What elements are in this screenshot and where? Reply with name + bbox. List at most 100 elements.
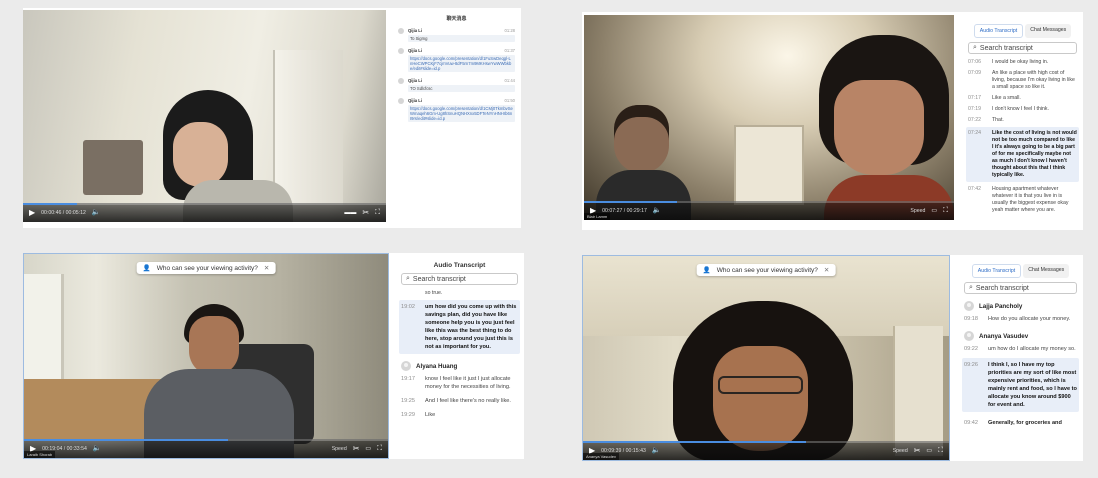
person-right-face bbox=[834, 80, 924, 175]
avatar bbox=[398, 98, 404, 104]
person-face bbox=[189, 316, 239, 376]
transcript-line[interactable]: 07:22 That. bbox=[962, 116, 1083, 125]
search-icon: ⌕ bbox=[969, 284, 973, 291]
volume-icon[interactable]: 🔈 bbox=[93, 445, 102, 452]
video-player-2[interactable]: ▶ 00:07:27 / 00:29:17 🔈 Speed ▭ ⛶ Blair … bbox=[584, 15, 954, 220]
video-controls: ▶ 00:07:27 / 00:29:17 🔈 Speed ▭ ⛶ bbox=[584, 201, 954, 220]
line-text: um how do I allocate my money so. bbox=[988, 346, 1076, 352]
line-text: An like a place with high cost of living… bbox=[992, 70, 1075, 90]
participant-name: Blair Lamm bbox=[584, 213, 611, 220]
line-time: 19:02 bbox=[401, 304, 415, 310]
transcript-line[interactable]: so true. bbox=[395, 289, 524, 298]
close-icon[interactable]: ✕ bbox=[824, 266, 829, 274]
door bbox=[893, 326, 943, 456]
line-time: 09:18 bbox=[964, 316, 978, 322]
chat-sender: Qijia Li bbox=[408, 78, 422, 83]
avatar bbox=[964, 301, 974, 311]
tab-chat-messages[interactable]: Chat Messages bbox=[1023, 264, 1070, 278]
speed-button[interactable]: Speed bbox=[893, 448, 908, 454]
transcript-line[interactable]: 07:06 I would be okay living in. bbox=[962, 58, 1083, 67]
volume-icon[interactable]: 🔈 bbox=[92, 209, 101, 216]
caption-icon[interactable]: ▭ bbox=[926, 448, 932, 454]
speed-button[interactable]: Speed bbox=[332, 446, 347, 452]
tooltip-text[interactable]: Who can see your viewing activity? bbox=[157, 265, 258, 272]
transcript-line[interactable]: 07:19 I don't know I feel I think. bbox=[962, 105, 1083, 114]
line-text: Like the cost of living is not would not… bbox=[992, 130, 1077, 178]
close-icon[interactable]: ✕ bbox=[264, 264, 269, 272]
caption-icon[interactable]: ▭ bbox=[931, 208, 937, 214]
scissors-icon[interactable]: ✂ bbox=[353, 444, 360, 453]
transcript-sidebar: Audio Transcript Chat Messages ⌕ Search … bbox=[958, 255, 1083, 461]
sidebar-tabs: Audio Transcript Chat Messages bbox=[958, 255, 1083, 278]
search-icon: ⌕ bbox=[973, 44, 977, 51]
fullscreen-icon[interactable]: ⛶ bbox=[938, 447, 943, 454]
transcript-line-current[interactable]: 19:02 um how did you come up with this sa… bbox=[399, 300, 520, 354]
transcript-line[interactable]: 19:29 Like bbox=[395, 410, 524, 420]
person-icon: 👤 bbox=[702, 267, 711, 274]
volume-icon[interactable]: 🔈 bbox=[652, 447, 661, 454]
video-controls: ▶ 00:19:04 / 00:33:54 🔈 Speed ✂ ▭ ⛶ bbox=[24, 439, 388, 458]
fullscreen-icon[interactable]: ⛶ bbox=[375, 209, 380, 216]
chat-link[interactable]: https://docs.google.com/presentation/d/1… bbox=[408, 55, 515, 72]
transcript-line-current[interactable]: 07:24 Like the cost of living is not woul… bbox=[966, 127, 1079, 182]
line-time: 09:26 bbox=[964, 362, 978, 368]
transcript-line[interactable]: 09:42 Generally, for groceries and bbox=[958, 418, 1083, 428]
video-controls: ▶ 00:00:46 / 00:05:12 🔈 ▬▬ ✂ ⛶ bbox=[23, 203, 386, 222]
fullscreen-icon[interactable]: ⛶ bbox=[943, 207, 948, 214]
recording-panel-3: 👤 Who can see your viewing activity? ✕ ▶… bbox=[23, 253, 524, 459]
search-input[interactable]: ⌕ Search transcript bbox=[401, 273, 518, 285]
line-time: 07:42 bbox=[968, 186, 981, 192]
chat-time: 01:50 bbox=[504, 98, 515, 103]
line-text: How do you allocate your money. bbox=[988, 316, 1071, 322]
shelf bbox=[83, 140, 143, 195]
transcript-line[interactable]: 19:17 know I feel like it just I just all… bbox=[395, 374, 524, 392]
speed-icon[interactable]: ▬▬ bbox=[344, 210, 356, 216]
transcript-line[interactable]: 07:17 Like a small. bbox=[962, 94, 1083, 103]
video-controls: ▶ 00:09:39 / 00:15:43 🔈 Speed ✂ ▭ ⛶ bbox=[583, 441, 949, 460]
scissors-icon[interactable]: ✂ bbox=[914, 446, 921, 455]
recording-panel-1: ▶ 00:00:46 / 00:05:12 🔈 ▬▬ ✂ ⛶ 聊天消息 Qiji… bbox=[23, 8, 521, 228]
transcript-line[interactable]: 09:18 How do you allocate your money. bbox=[958, 314, 1083, 324]
play-icon[interactable]: ▶ bbox=[29, 208, 35, 217]
chat-message: Qijia Li 01:37 https://docs.google.com/pr… bbox=[398, 48, 515, 72]
search-placeholder: Search transcript bbox=[412, 275, 466, 283]
chat-text: TO Sdlcfcsc bbox=[408, 85, 515, 92]
speaker-header: Ananya Vasudev bbox=[958, 328, 1083, 344]
caption-icon[interactable]: ▭ bbox=[365, 446, 371, 452]
tab-audio-transcript[interactable]: Audio Transcript bbox=[971, 264, 1022, 278]
person-face bbox=[713, 346, 808, 451]
line-text: Housing apartment whatever whatever it i… bbox=[992, 186, 1069, 213]
transcript-line[interactable]: 07:42 Housing apartment whatever whatever… bbox=[962, 185, 1083, 215]
speed-button[interactable]: Speed bbox=[910, 208, 925, 214]
chat-sender: Qijia Li bbox=[408, 98, 422, 103]
speaker-header: Alyana Huang bbox=[395, 358, 524, 374]
tab-chat-messages[interactable]: Chat Messages bbox=[1025, 24, 1072, 38]
transcript-line[interactable]: 09:22 um how do I allocate my money so. bbox=[958, 344, 1083, 354]
person-face bbox=[173, 122, 228, 187]
fullscreen-icon[interactable]: ⛶ bbox=[377, 445, 382, 452]
video-player-3[interactable]: 👤 Who can see your viewing activity? ✕ ▶… bbox=[23, 253, 389, 459]
sidebar-title: 聊天消息 bbox=[446, 16, 467, 22]
transcript-line[interactable]: 07:09 An like a place with high cost of l… bbox=[962, 69, 1083, 92]
glasses bbox=[718, 376, 803, 394]
search-placeholder: Search transcript bbox=[975, 284, 1029, 292]
transcript-line-current[interactable]: 09:26 I think I, so I have my top priorit… bbox=[962, 358, 1079, 412]
line-text: Like bbox=[425, 412, 436, 418]
video-player-4[interactable]: 👤 Who can see your viewing activity? ✕ ▶… bbox=[582, 255, 950, 461]
transcript-line[interactable]: 19:25 And I feel like there's no really l… bbox=[395, 396, 524, 406]
chat-message: Qijia Li 01:28 To Sigmg bbox=[398, 28, 515, 42]
transcript-sidebar: Audio Transcript Chat Messages ⌕ Search … bbox=[962, 12, 1083, 230]
video-player-1[interactable]: ▶ 00:00:46 / 00:05:12 🔈 ▬▬ ✂ ⛶ bbox=[23, 10, 386, 222]
tooltip-text[interactable]: Who can see your viewing activity? bbox=[717, 267, 818, 274]
line-time: 07:06 bbox=[968, 59, 981, 65]
line-text: Generally, for groceries and bbox=[988, 420, 1062, 426]
line-time: 07:09 bbox=[968, 70, 981, 76]
tab-audio-transcript[interactable]: Audio Transcript bbox=[973, 24, 1024, 38]
scissors-icon[interactable]: ✂ bbox=[362, 208, 369, 217]
search-input[interactable]: ⌕ Search transcript bbox=[964, 282, 1077, 294]
chat-link[interactable]: https://docs.google.com/presentation/d/1… bbox=[408, 105, 515, 122]
line-text: I would be okay living in. bbox=[992, 59, 1049, 65]
line-time: 07:19 bbox=[968, 106, 981, 112]
search-input[interactable]: ⌕ Search transcript bbox=[968, 42, 1077, 54]
volume-icon[interactable]: 🔈 bbox=[653, 207, 662, 214]
